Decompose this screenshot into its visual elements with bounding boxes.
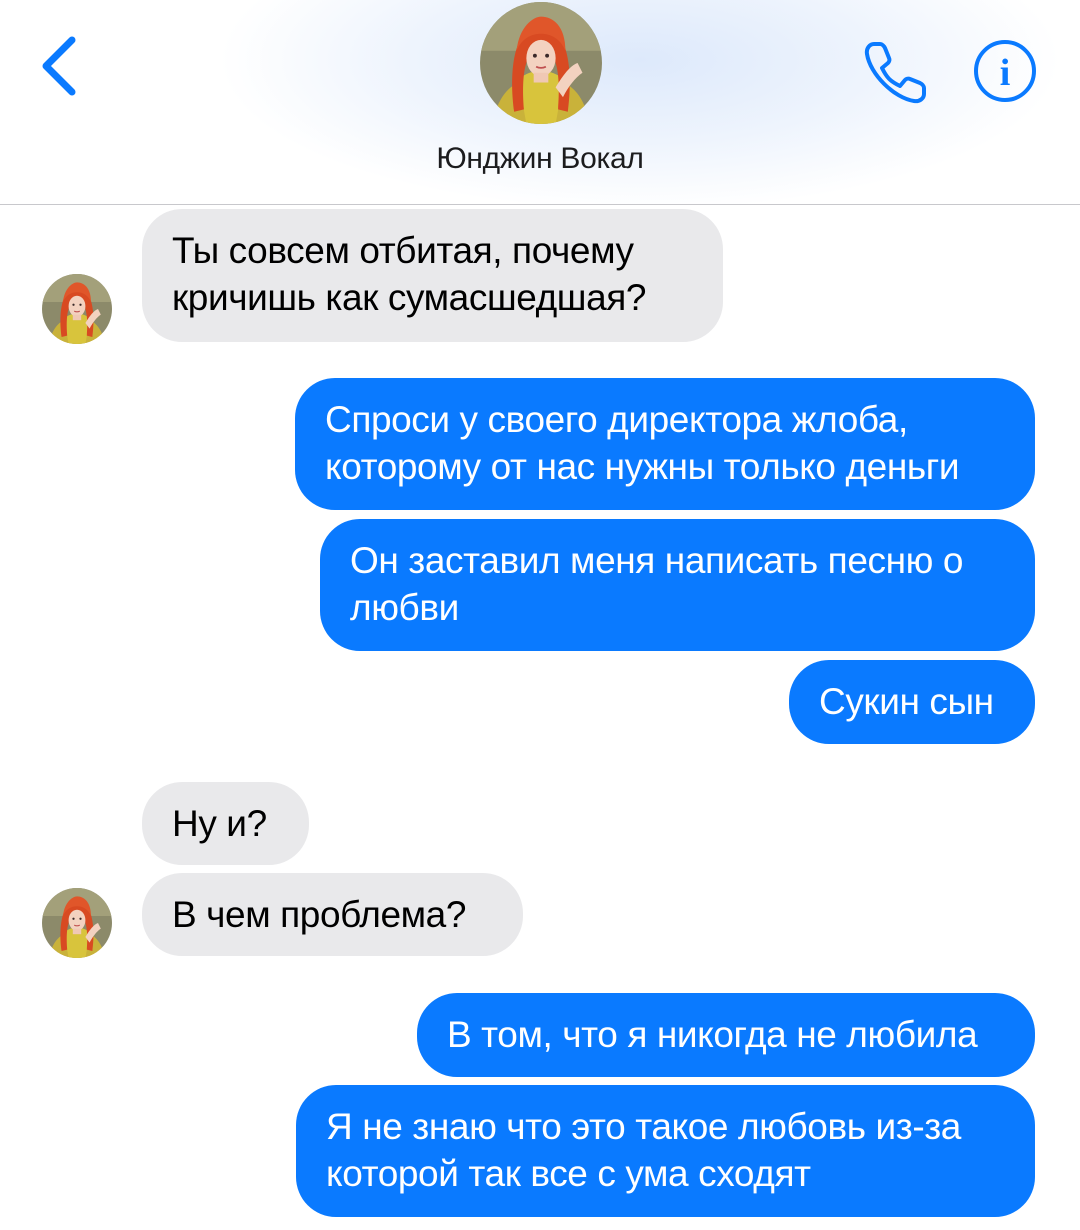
outgoing-message[interactable]: Я не знаю что это такое любовь из-за кот… — [296, 1085, 1035, 1217]
info-button[interactable]: i — [972, 38, 1038, 104]
info-glyph: i — [1000, 52, 1011, 94]
incoming-message[interactable]: В чем проблема? — [142, 873, 523, 956]
incoming-message[interactable]: Ты совсем отбитая, почему кричишь как су… — [142, 209, 723, 342]
contact-name[interactable]: Юнджин Вокал — [0, 142, 1080, 176]
back-button[interactable] — [30, 30, 90, 100]
phone-icon — [864, 42, 926, 104]
outgoing-message[interactable]: В том, что я никогда не любила — [417, 993, 1035, 1077]
contact-avatar-small — [42, 274, 112, 344]
outgoing-message[interactable]: Спроси у своего директора жлоба, котором… — [295, 378, 1035, 510]
call-button[interactable] — [860, 36, 932, 108]
contact-avatar[interactable] — [480, 2, 602, 124]
outgoing-message[interactable]: Он заставил меня написать песню о любви — [320, 519, 1035, 651]
info-icon: i — [974, 40, 1036, 102]
incoming-message[interactable]: Ну и? — [142, 782, 309, 865]
contact-avatar-small — [42, 888, 112, 958]
chevron-left-icon — [42, 36, 76, 96]
chat-header: Юнджин Вокал i — [0, 0, 1080, 205]
outgoing-message[interactable]: Сукин сын — [789, 660, 1035, 744]
